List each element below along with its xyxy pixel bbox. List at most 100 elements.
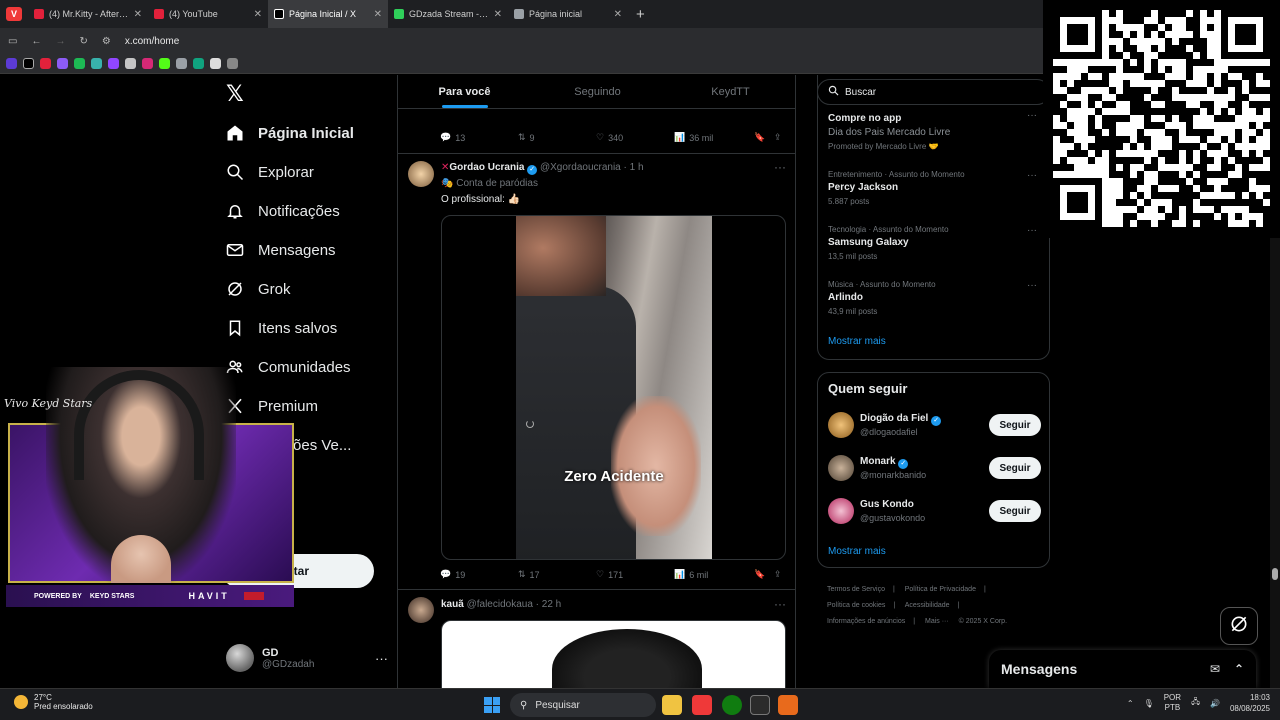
clock[interactable]: 18:03 08/08/2025 xyxy=(1230,692,1270,714)
trend-item[interactable]: Entretenimento · Assunto do Momento Perc… xyxy=(828,170,1043,206)
tab-following[interactable]: Seguindo xyxy=(531,75,664,108)
share-icon[interactable]: ⇪ xyxy=(774,569,782,580)
footer-link[interactable]: Termos de Serviço xyxy=(827,586,885,593)
taskbar-search[interactable]: ⚲ Pesquisar xyxy=(510,693,656,717)
tweet-author[interactable]: kauã @falecidokaua · 22 h xyxy=(441,599,561,610)
avatar[interactable] xyxy=(408,161,434,187)
follow-suggestion[interactable]: Monark ✓ @monarkbanido Seguir xyxy=(828,454,1041,484)
back-icon[interactable]: ← xyxy=(31,36,41,47)
follow-button[interactable]: Seguir xyxy=(989,414,1041,436)
bookmark-icon[interactable] xyxy=(6,58,17,69)
chevron-up-icon[interactable]: ⌃ xyxy=(1127,699,1134,708)
close-icon[interactable]: ✕ xyxy=(374,9,382,20)
bookmark-icon[interactable] xyxy=(210,58,221,69)
trend-item[interactable]: Música · Assunto do Momento Arlindo 43,9… xyxy=(828,280,1043,316)
show-more-trends-link[interactable]: Mostrar mais xyxy=(828,336,886,347)
footer-link[interactable]: Acessibilidade xyxy=(905,602,950,609)
bookmark-icon[interactable] xyxy=(193,58,204,69)
nav-notifications[interactable]: Notificações xyxy=(226,202,340,220)
site-settings-icon[interactable]: ⚙ xyxy=(102,36,111,47)
follow-suggestion[interactable]: Diogão da Fiel ✓ @dlogaodafiel Seguir xyxy=(828,411,1041,441)
close-icon[interactable]: ✕ xyxy=(494,9,502,20)
tweet-author[interactable]: ✕Gordao Ucrania ✓ @Xgordaoucrania · 1 h xyxy=(441,162,644,175)
weather-widget[interactable]: 27°C Pred ensolarado xyxy=(14,693,93,711)
close-icon[interactable]: ✕ xyxy=(614,9,622,20)
vivaldi-icon[interactable] xyxy=(692,695,712,715)
nav-home[interactable]: Página Inicial xyxy=(226,124,354,142)
x-logo-icon[interactable]: 𝕏 xyxy=(226,81,244,107)
tweet-time[interactable]: · 22 h xyxy=(536,599,562,610)
trend-item-promoted[interactable]: Compre no app Dia dos Pais Mercado Livre… xyxy=(828,110,1043,151)
follow-button[interactable]: Seguir xyxy=(989,500,1041,522)
instagram-bookmark-icon[interactable] xyxy=(142,58,153,69)
reload-icon[interactable]: ↻ xyxy=(79,36,87,47)
tweet-image[interactable] xyxy=(441,620,786,688)
views-button[interactable]: 📊 6 mil xyxy=(674,569,754,580)
microphone-icon[interactable]: 🎙 xyxy=(1144,699,1154,708)
terminal-icon[interactable] xyxy=(750,695,770,715)
twitch-bookmark-icon[interactable] xyxy=(108,58,119,69)
reply-button[interactable]: 💬 19 xyxy=(440,569,518,580)
chevron-down-icon[interactable] xyxy=(227,58,238,69)
follow-suggestion[interactable]: Gus Kondo @gustavokondo Seguir xyxy=(828,497,1041,527)
footer-link[interactable]: Informações de anúncios xyxy=(827,618,905,625)
footer-link[interactable]: Política de Privacidade xyxy=(905,586,976,593)
expand-icon[interactable]: ⌃ xyxy=(1234,662,1244,676)
tweet-time[interactable]: · 1 h xyxy=(624,162,644,173)
tweet-video[interactable]: Zero Acidente xyxy=(441,215,786,560)
tab-start-page[interactable]: Página inicial ✕ xyxy=(508,0,628,28)
panel-toggle-icon[interactable]: ▭ xyxy=(8,36,17,47)
bookmark-icon[interactable]: 🔖 xyxy=(754,569,774,580)
bookmark-icon[interactable] xyxy=(176,58,187,69)
more-icon[interactable]: ··· xyxy=(1027,225,1037,236)
bookmark-icon[interactable]: 🔖 xyxy=(754,132,774,143)
nav-messages[interactable]: Mensagens xyxy=(226,241,336,259)
like-button[interactable]: ♡ 171 xyxy=(596,569,674,580)
file-explorer-icon[interactable] xyxy=(662,695,682,715)
start-button-icon[interactable] xyxy=(484,697,500,713)
share-icon[interactable]: ⇪ xyxy=(774,132,782,143)
kick-bookmark-icon[interactable] xyxy=(159,58,170,69)
more-icon[interactable]: ··· xyxy=(1027,110,1037,121)
reply-button[interactable]: 💬 13 xyxy=(440,132,518,143)
forward-icon[interactable]: → xyxy=(55,36,65,47)
youtube-bookmark-icon[interactable] xyxy=(40,58,51,69)
repost-button[interactable]: ⇅ 9 xyxy=(518,132,596,143)
tweet-handle[interactable]: @falecidokaua xyxy=(467,599,533,610)
more-icon[interactable]: ··· xyxy=(1027,280,1037,291)
bookmark-icon[interactable] xyxy=(57,58,68,69)
search-input[interactable]: Buscar xyxy=(817,79,1050,105)
more-icon[interactable]: ··· xyxy=(375,651,388,666)
streaming-app-icon[interactable] xyxy=(778,695,798,715)
tab-mrkitty[interactable]: (4) Mr.Kitty - After Dark ✕ xyxy=(28,0,148,28)
language-indicator[interactable]: POR PTB xyxy=(1164,693,1181,713)
nav-explore[interactable]: Explorar xyxy=(226,163,314,181)
url-field[interactable]: x.com/home xyxy=(125,36,179,47)
more-icon[interactable]: ··· xyxy=(774,160,786,174)
avatar[interactable] xyxy=(408,597,434,623)
bookmark-icon[interactable] xyxy=(91,58,102,69)
new-message-icon[interactable]: ✉ xyxy=(1210,662,1220,676)
network-icon[interactable]: 🖧 xyxy=(1191,696,1200,710)
views-button[interactable]: 📊 36 mil xyxy=(674,132,754,143)
more-icon[interactable]: ··· xyxy=(1027,170,1037,181)
close-icon[interactable]: ✕ xyxy=(134,9,142,20)
volume-icon[interactable]: 🔊 xyxy=(1210,699,1220,708)
bookmark-icon[interactable] xyxy=(125,58,136,69)
scrollbar-thumb[interactable] xyxy=(1272,568,1278,580)
tab-gdzada-stream[interactable]: GDzada Stream - Watch ✕ xyxy=(388,0,508,28)
nav-grok[interactable]: Grok xyxy=(226,280,291,298)
grok-button[interactable] xyxy=(1220,607,1258,645)
show-more-follow-link[interactable]: Mostrar mais xyxy=(828,546,886,557)
new-tab-button[interactable]: + xyxy=(636,6,645,23)
more-icon[interactable]: ··· xyxy=(774,597,786,611)
footer-link[interactable]: Mais ··· xyxy=(925,618,949,625)
nav-bookmarks[interactable]: Itens salvos xyxy=(226,319,337,337)
x-bookmark-icon[interactable] xyxy=(23,58,34,69)
footer-link[interactable]: Política de cookies xyxy=(827,602,885,609)
tab-keydtt[interactable]: KeydTT xyxy=(664,75,795,108)
messages-drawer[interactable]: Mensagens ✉ ⌃ xyxy=(989,650,1256,688)
follow-button[interactable]: Seguir xyxy=(989,457,1041,479)
account-switcher[interactable]: GD @GDzadah ··· xyxy=(226,641,388,675)
tweet-handle[interactable]: @Xgordaoucrania xyxy=(540,162,621,173)
